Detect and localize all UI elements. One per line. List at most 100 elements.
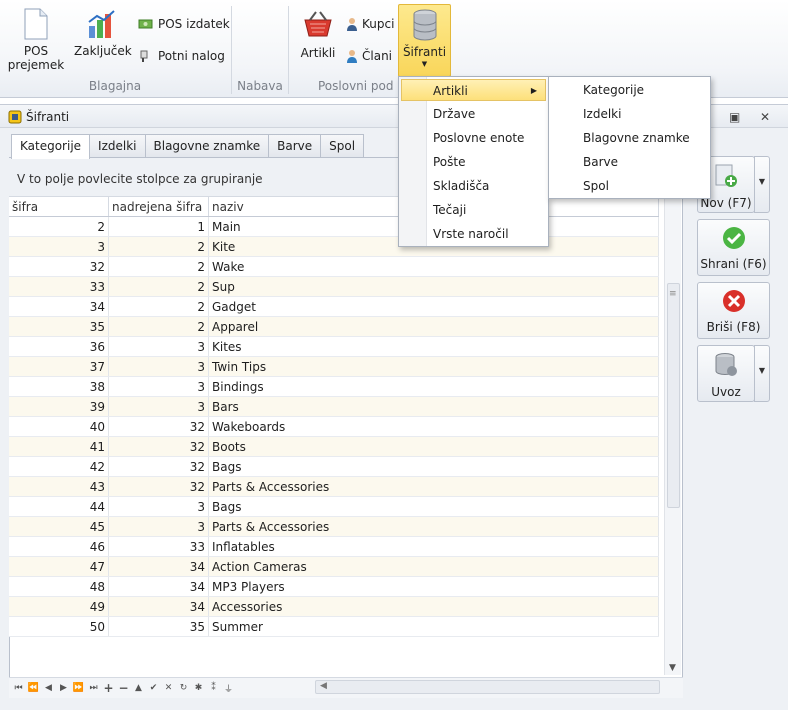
menu-item-tecaji[interactable]: Tečaji	[433, 199, 543, 221]
table-row[interactable]: 50 35 Summer	[9, 617, 659, 637]
menu-item-drzave[interactable]: Države	[433, 103, 543, 125]
artikli-button[interactable]: Artikli	[298, 10, 338, 60]
tab-blagovne-znamke[interactable]: Blagovne znamke	[144, 134, 270, 158]
table-row[interactable]: 40 32 Wakeboards	[9, 417, 659, 437]
edit-icon[interactable]: ▲	[132, 683, 145, 693]
grid-rows: 2 1 Main 3 2 Kite 32 2 Wake 33 2 Sup 34 2 Gadget 35 2 App…	[9, 217, 659, 637]
cell-naziv: Parts & Accessories	[209, 477, 659, 496]
horizontal-scrollbar[interactable]	[315, 680, 660, 694]
cell-nadrejena-sifra: 3	[109, 357, 209, 376]
artikli-label: Artikli	[300, 46, 336, 60]
tab-kategorije[interactable]: Kategorije	[11, 134, 91, 159]
sifranti-button[interactable]: Šifranti ▼	[398, 4, 451, 77]
column-header-sifra[interactable]: šifra	[9, 197, 109, 216]
menu-item-artikli[interactable]: Artikli ▶	[401, 79, 546, 101]
pos-izdatek-button[interactable]: POS izdatek	[138, 14, 230, 34]
cancel-icon[interactable]: ✕	[162, 683, 175, 693]
delete-x-icon	[722, 290, 745, 312]
table-row[interactable]: 48 34 MP3 Players	[9, 577, 659, 597]
table-row[interactable]: 33 2 Sup	[9, 277, 659, 297]
grid-header: šifra nadrejena šifra naziv	[9, 197, 659, 217]
append-icon[interactable]: +	[102, 681, 115, 695]
cell-sifra: 39	[9, 397, 109, 416]
restore-icon[interactable]: ▣	[729, 110, 740, 124]
grip-icon: ≡	[669, 289, 677, 299]
next-page-icon[interactable]: ⏩	[72, 683, 85, 693]
table-row[interactable]: 32 2 Wake	[9, 257, 659, 277]
shrani-button[interactable]: Shrani (F6)	[697, 219, 770, 276]
menu-item-skladisca[interactable]: Skladišča	[433, 175, 543, 197]
scroll-down-icon[interactable]: ▼	[669, 663, 676, 673]
cell-nadrejena-sifra: 32	[109, 457, 209, 476]
table-row[interactable]: 38 3 Bindings	[9, 377, 659, 397]
cell-sifra: 48	[9, 577, 109, 596]
menu-item-vrste-narocil[interactable]: Vrste naročil	[433, 223, 543, 245]
cell-sifra: 3	[9, 237, 109, 256]
table-row[interactable]: 35 2 Apparel	[9, 317, 659, 337]
cell-sifra: 35	[9, 317, 109, 336]
submenu-item-izdelki[interactable]: Izdelki	[583, 103, 703, 125]
table-row[interactable]: 39 3 Bars	[9, 397, 659, 417]
potni-nalog-button[interactable]: Potni nalog	[138, 46, 225, 66]
tab-spol[interactable]: Spol	[320, 134, 365, 158]
refresh-icon[interactable]: ↻	[177, 683, 190, 693]
post-icon[interactable]: ✔	[147, 683, 160, 693]
cell-nadrejena-sifra: 32	[109, 437, 209, 456]
cell-sifra: 41	[9, 437, 109, 456]
tab-barve[interactable]: Barve	[268, 134, 322, 158]
cell-naziv: Gadget	[209, 297, 659, 316]
prev-page-icon[interactable]: ⏪	[27, 683, 40, 693]
kupci-button[interactable]: Kupci	[346, 14, 394, 34]
delete-icon[interactable]: −	[117, 681, 130, 695]
uvoz-dropdown-button[interactable]: ▼	[754, 345, 770, 402]
tab-izdelki[interactable]: Izdelki	[89, 134, 146, 158]
prev-record-icon[interactable]: ◀	[42, 683, 55, 693]
menu-item-poslovne-enote[interactable]: Poslovne enote	[433, 127, 543, 149]
cell-nadrejena-sifra: 3	[109, 377, 209, 396]
table-row[interactable]: 3 2 Kite	[9, 237, 659, 257]
group-hint-text: V to polje povlecite stolpce za grupiran…	[17, 172, 263, 186]
table-row[interactable]: 49 34 Accessories	[9, 597, 659, 617]
menu-item-poste[interactable]: Pošte	[433, 151, 543, 173]
first-page-icon[interactable]: ⏮	[12, 683, 25, 693]
table-row[interactable]: 2 1 Main	[9, 217, 659, 237]
pos-prejemek-button[interactable]: POS prejemek	[6, 8, 66, 72]
table-row[interactable]: 41 32 Boots	[9, 437, 659, 457]
table-row[interactable]: 44 3 Bags	[9, 497, 659, 517]
submenu-arrow-icon: ▶	[530, 86, 537, 95]
last-page-icon[interactable]: ⏭	[87, 683, 100, 693]
cell-naziv: Parts & Accessories	[209, 517, 659, 536]
column-header-nadrejena-sifra[interactable]: nadrejena šifra	[109, 197, 209, 216]
vertical-scrollbar[interactable]: ≡ ▼	[664, 197, 681, 675]
chevron-down-icon: ▼	[421, 60, 428, 68]
uvoz-button[interactable]: Uvoz	[697, 345, 755, 402]
zakljucek-button[interactable]: Zaključek	[74, 8, 132, 58]
table-row[interactable]: 34 2 Gadget	[9, 297, 659, 317]
submenu-item-kategorije[interactable]: Kategorije	[583, 79, 703, 101]
clani-button[interactable]: Člani	[346, 46, 392, 66]
scroll-thumb[interactable]	[667, 283, 680, 508]
nov-dropdown-button[interactable]: ▼	[754, 156, 770, 213]
table-row[interactable]: 45 3 Parts & Accessories	[9, 517, 659, 537]
table-row[interactable]: 43 32 Parts & Accessories	[9, 477, 659, 497]
table-row[interactable]: 46 33 Inflatables	[9, 537, 659, 557]
submenu-item-spol[interactable]: Spol	[583, 175, 703, 197]
filter-icon[interactable]: ⏚	[222, 682, 235, 695]
submenu-item-barve[interactable]: Barve	[583, 151, 703, 173]
sifranti-menu: Artikli ▶ Države Poslovne enote Pošte Sk…	[398, 76, 549, 247]
uvoz-label: Uvoz	[711, 385, 741, 399]
group-separator	[231, 6, 232, 94]
goto-bookmark-icon[interactable]: ⁑	[207, 683, 220, 693]
submenu-item-blagovne-znamke[interactable]: Blagovne znamke	[583, 127, 703, 149]
table-row[interactable]: 36 3 Kites	[9, 337, 659, 357]
close-icon[interactable]: ✕	[760, 110, 770, 124]
scroll-left-icon[interactable]: ◀	[320, 681, 327, 691]
menu-item-label: Artikli	[433, 84, 468, 98]
next-record-icon[interactable]: ▶	[57, 683, 70, 693]
bookmark-icon[interactable]: ✱	[192, 683, 205, 693]
table-row[interactable]: 47 34 Action Cameras	[9, 557, 659, 577]
table-row[interactable]: 37 3 Twin Tips	[9, 357, 659, 377]
brisi-button[interactable]: Briši (F8)	[697, 282, 770, 339]
add-document-icon	[715, 164, 737, 187]
table-row[interactable]: 42 32 Bags	[9, 457, 659, 477]
